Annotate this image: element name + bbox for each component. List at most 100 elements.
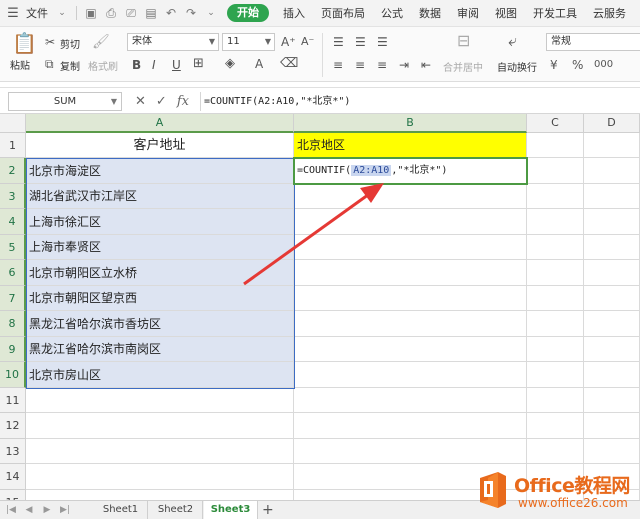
- cell-d2[interactable]: [584, 158, 640, 184]
- cell-d7[interactable]: [584, 286, 640, 311]
- indent-icon[interactable]: ⇥: [399, 58, 409, 72]
- tab-review[interactable]: 审阅: [449, 0, 487, 27]
- font-color-icon[interactable]: A: [255, 57, 263, 71]
- cell-d6[interactable]: [584, 260, 640, 286]
- cell-b1[interactable]: 北京地区: [294, 133, 527, 158]
- cell-d5[interactable]: [584, 235, 640, 260]
- row-header[interactable]: 1: [0, 133, 26, 158]
- formula-input[interactable]: =COUNTIF(A2:A10,"*北京*"): [200, 92, 636, 111]
- cell-d11[interactable]: [584, 388, 640, 413]
- sheet-tab-sheet2[interactable]: Sheet2: [149, 501, 203, 519]
- column-header-c[interactable]: C: [527, 114, 584, 133]
- underline-button[interactable]: U: [172, 58, 181, 72]
- cell-c3[interactable]: [527, 184, 584, 209]
- cell-c6[interactable]: [527, 260, 584, 286]
- tab-view[interactable]: 视图: [487, 0, 525, 27]
- merge-center-button[interactable]: 合并居中: [443, 59, 483, 74]
- cell-c9[interactable]: [527, 337, 584, 362]
- row-header[interactable]: 13: [0, 439, 26, 464]
- cell-a14[interactable]: [26, 464, 294, 490]
- cell-c12[interactable]: [527, 413, 584, 439]
- increase-font-icon[interactable]: A⁺: [281, 35, 296, 49]
- column-header-a[interactable]: A: [26, 114, 294, 133]
- row-header[interactable]: 15: [0, 490, 26, 500]
- cell-a1[interactable]: 客户地址: [26, 133, 294, 158]
- copy-icon[interactable]: ⧉: [45, 57, 54, 71]
- format-painter-button[interactable]: 格式刷: [88, 58, 118, 73]
- row-header[interactable]: 14: [0, 464, 26, 490]
- tab-page-layout[interactable]: 页面布局: [313, 0, 373, 27]
- add-sheet-icon[interactable]: +: [262, 501, 274, 519]
- row-header[interactable]: 11: [0, 388, 26, 413]
- cell-d3[interactable]: [584, 184, 640, 209]
- row-header[interactable]: 9: [0, 337, 26, 362]
- row-header[interactable]: 5: [0, 235, 26, 260]
- bold-button[interactable]: B: [132, 58, 141, 72]
- cell-d10[interactable]: [584, 362, 640, 388]
- cell-b13[interactable]: [294, 439, 527, 464]
- currency-icon[interactable]: ¥: [550, 58, 558, 72]
- fill-color-icon[interactable]: ◈: [225, 57, 235, 71]
- cell-c2[interactable]: [527, 158, 584, 184]
- row-header[interactable]: 3: [0, 184, 26, 209]
- italic-button[interactable]: I: [152, 58, 156, 72]
- cell-c11[interactable]: [527, 388, 584, 413]
- cell-b4[interactable]: [294, 209, 527, 235]
- clear-format-icon[interactable]: ⌫: [280, 57, 298, 71]
- border-icon[interactable]: ⊞: [193, 57, 204, 71]
- font-name-select[interactable]: 宋体 ▼: [127, 33, 219, 51]
- export-icon[interactable]: ⎙: [101, 0, 121, 27]
- sheet-tab-sheet1[interactable]: Sheet1: [94, 501, 148, 519]
- paste-button[interactable]: 粘贴: [10, 57, 30, 72]
- cell-b7[interactable]: [294, 286, 527, 311]
- insert-function-icon[interactable]: fx: [177, 92, 189, 111]
- tab-insert[interactable]: 插入: [275, 0, 313, 27]
- row-header[interactable]: 7: [0, 286, 26, 311]
- number-format-select[interactable]: 常规: [546, 33, 640, 51]
- tab-cloud-service[interactable]: 云服务: [585, 0, 634, 27]
- tab-formulas[interactable]: 公式: [373, 0, 411, 27]
- row-header[interactable]: 8: [0, 311, 26, 337]
- align-center-icon[interactable]: ≡: [355, 58, 365, 72]
- chevron-down-icon[interactable]: ⌄: [52, 0, 72, 27]
- cell-a11[interactable]: [26, 388, 294, 413]
- cell-b6[interactable]: [294, 260, 527, 286]
- align-bottom-icon[interactable]: ☰: [377, 35, 388, 49]
- cell-c10[interactable]: [527, 362, 584, 388]
- align-middle-icon[interactable]: ☰: [355, 35, 366, 49]
- preview-icon[interactable]: ▤: [141, 0, 161, 27]
- paste-icon[interactable]: 📋: [12, 33, 37, 53]
- merge-center-icon[interactable]: ⊟: [457, 33, 470, 49]
- percent-icon[interactable]: %: [572, 58, 583, 72]
- cell-a13[interactable]: [26, 439, 294, 464]
- confirm-icon[interactable]: ✓: [156, 92, 167, 111]
- save-icon[interactable]: ▣: [81, 0, 101, 27]
- cell-c8[interactable]: [527, 311, 584, 337]
- column-header-d[interactable]: D: [584, 114, 640, 133]
- cell-c5[interactable]: [527, 235, 584, 260]
- row-header[interactable]: 10: [0, 362, 26, 388]
- thousands-icon[interactable]: 000: [594, 58, 613, 72]
- align-left-icon[interactable]: ≡: [333, 58, 343, 72]
- cell-d1[interactable]: [584, 133, 640, 158]
- cell-c13[interactable]: [527, 439, 584, 464]
- sheet-tab-sheet3[interactable]: Sheet3: [204, 501, 258, 519]
- cell-d4[interactable]: [584, 209, 640, 235]
- tab-data[interactable]: 数据: [411, 0, 449, 27]
- first-sheet-icon[interactable]: |◀: [4, 502, 18, 518]
- align-top-icon[interactable]: ☰: [333, 35, 344, 49]
- wrap-text-button[interactable]: 自动换行: [497, 59, 537, 74]
- cell-b9[interactable]: [294, 337, 527, 362]
- cell-d12[interactable]: [584, 413, 640, 439]
- name-box[interactable]: SUM ▼: [8, 92, 122, 111]
- cell-d13[interactable]: [584, 439, 640, 464]
- next-sheet-icon[interactable]: ▶: [40, 502, 54, 518]
- row-header[interactable]: 6: [0, 260, 26, 286]
- cell-d9[interactable]: [584, 337, 640, 362]
- tab-developer[interactable]: 开发工具: [525, 0, 585, 27]
- cell-b10[interactable]: [294, 362, 527, 388]
- cut-button[interactable]: 剪切: [60, 36, 80, 51]
- align-right-icon[interactable]: ≡: [377, 58, 387, 72]
- cell-b12[interactable]: [294, 413, 527, 439]
- cell-a15[interactable]: [26, 490, 294, 500]
